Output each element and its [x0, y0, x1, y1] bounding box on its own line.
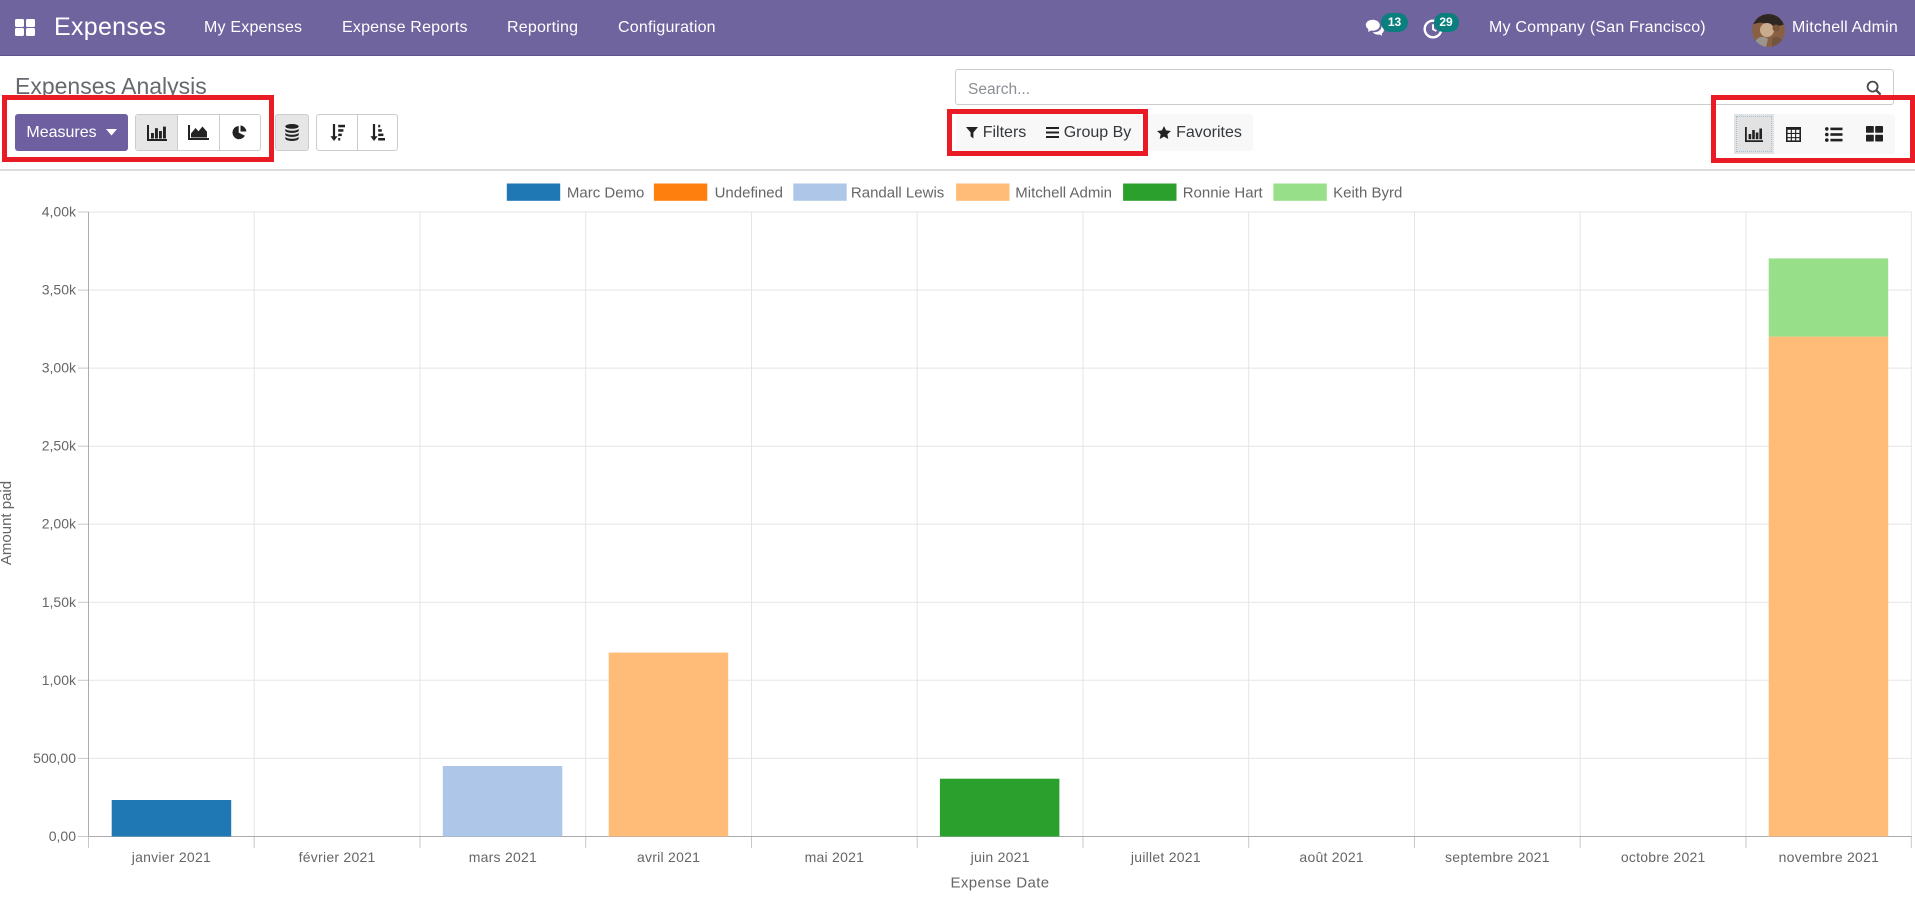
svg-text:Amount paid: Amount paid — [0, 481, 15, 565]
svg-text:4,00k: 4,00k — [42, 204, 77, 220]
svg-text:Expense Date: Expense Date — [950, 875, 1049, 892]
svg-text:mai 2021: mai 2021 — [805, 849, 865, 865]
svg-text:0,00: 0,00 — [49, 828, 76, 844]
svg-text:1,00k: 1,00k — [42, 672, 77, 688]
svg-text:Undefined: Undefined — [715, 185, 783, 202]
svg-text:2,50k: 2,50k — [42, 438, 77, 454]
svg-text:novembre 2021: novembre 2021 — [1779, 849, 1880, 865]
svg-text:juin 2021: juin 2021 — [970, 849, 1030, 865]
svg-text:janvier 2021: janvier 2021 — [131, 849, 211, 865]
svg-text:août 2021: août 2021 — [1299, 849, 1364, 865]
svg-text:Marc Demo: Marc Demo — [567, 185, 645, 202]
svg-text:3,50k: 3,50k — [42, 282, 77, 298]
svg-text:1,50k: 1,50k — [42, 594, 77, 610]
svg-text:Ronnie Hart: Ronnie Hart — [1183, 185, 1264, 202]
svg-text:avril 2021: avril 2021 — [637, 849, 700, 865]
svg-text:Keith Byrd: Keith Byrd — [1333, 185, 1402, 202]
svg-text:février 2021: février 2021 — [299, 849, 376, 865]
svg-text:septembre 2021: septembre 2021 — [1445, 849, 1550, 865]
svg-text:juillet 2021: juillet 2021 — [1130, 849, 1201, 865]
svg-text:2,00k: 2,00k — [42, 516, 77, 532]
svg-text:Mitchell Admin: Mitchell Admin — [1015, 185, 1112, 202]
svg-text:3,00k: 3,00k — [42, 360, 77, 376]
svg-text:octobre 2021: octobre 2021 — [1621, 849, 1706, 865]
svg-text:Randall Lewis: Randall Lewis — [851, 185, 944, 202]
svg-text:mars 2021: mars 2021 — [469, 849, 537, 865]
svg-text:500,00: 500,00 — [33, 750, 76, 766]
